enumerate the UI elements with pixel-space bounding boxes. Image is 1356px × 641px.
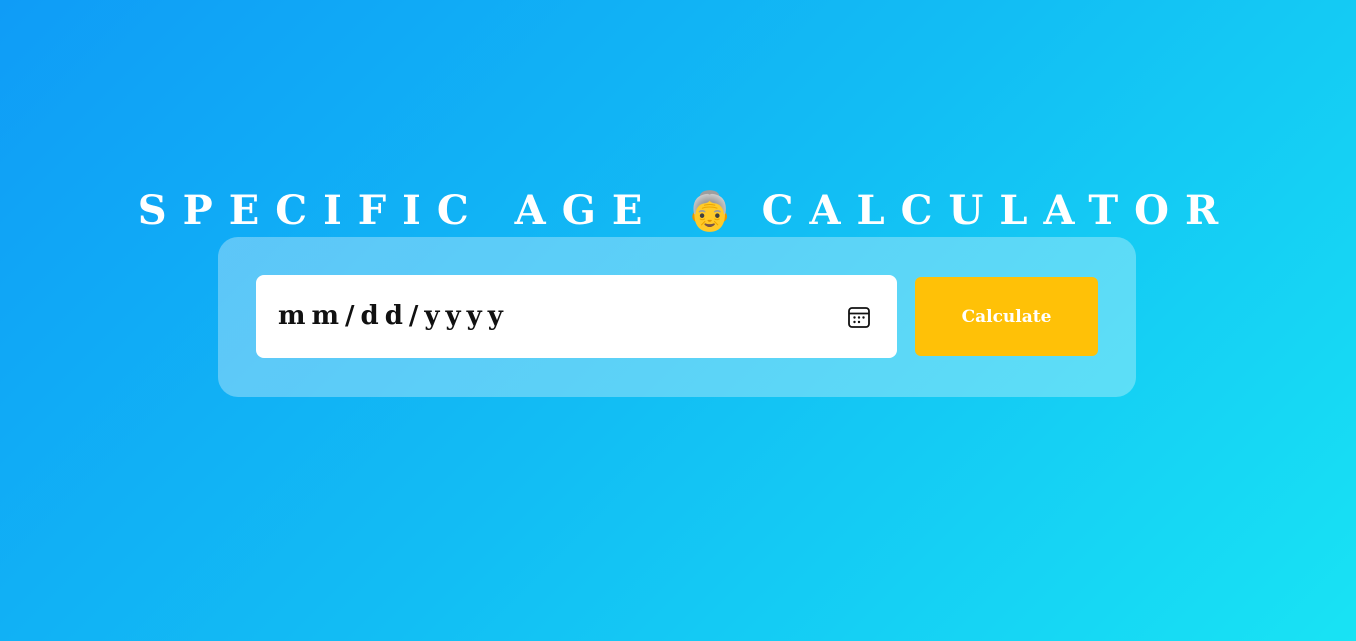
date-placeholder-text[interactable]: mm/dd/yyyy — [278, 275, 509, 358]
grandmother-emoji-icon: 👵 — [686, 187, 734, 233]
calculate-button[interactable]: Calculate — [915, 277, 1098, 356]
birthdate-input[interactable]: mm/dd/yyyy — [256, 275, 897, 358]
title-text-left: SPECIFIC AGE — [137, 186, 659, 234]
calculator-card: mm/dd/yyyy Calculate — [218, 237, 1136, 397]
calendar-icon[interactable] — [847, 305, 871, 329]
title-text-right: CALCULATOR — [761, 186, 1235, 234]
page-title: SPECIFIC AGE 👵 CALCULATOR — [0, 181, 1356, 241]
